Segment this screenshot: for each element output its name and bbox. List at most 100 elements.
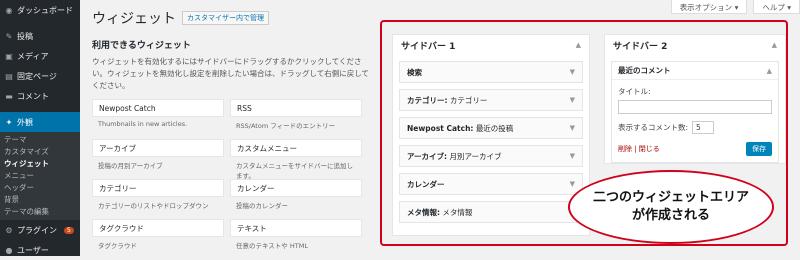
menu-label: 固定ページ	[17, 71, 57, 81]
sidebar-widget-title: カレンダー	[407, 179, 445, 189]
menu-users[interactable]: ● ユーザー	[0, 240, 80, 260]
menu-media[interactable]: ▣ メディア	[0, 46, 80, 66]
sidebar-1-header[interactable]: サイドバー 1 ▲	[393, 35, 589, 55]
menu-comments[interactable]: ▬ コメント	[0, 86, 80, 106]
menu-label: コメント	[17, 91, 49, 101]
expand-arrow-icon[interactable]: ▼	[570, 180, 575, 188]
available-widgets-heading: 利用できるウィジェット	[92, 41, 191, 51]
menu-appearance[interactable]: ✦ 外観	[0, 112, 80, 132]
sidebar-widget-title: メタ情報:	[407, 207, 440, 217]
submenu-header[interactable]: ヘッダー	[0, 182, 80, 194]
sidebar-1-area: サイドバー 1 ▲ 検索 ▼ カテゴリー: カテゴリー ▼ Newpost Catc…	[392, 34, 590, 236]
annotation-callout: 二つのウィジェットエリア が作成される	[568, 170, 774, 244]
page-header: ウィジェット カスタマイザー内で管理	[92, 8, 269, 28]
widget-item[interactable]: タグクラウド タグクラウド	[92, 219, 224, 259]
menu-dashboard[interactable]: ◉ ダッシュボード	[0, 0, 80, 20]
menu-label: ダッシュボード	[17, 5, 73, 15]
widget-item[interactable]: RSS RSS/Atom フィードのエントリー	[230, 99, 362, 139]
widget-title[interactable]: RSS	[230, 99, 362, 117]
widget-item[interactable]: カスタムメニュー カスタムメニューをサイドバーに追加します。	[230, 139, 362, 180]
sidebar-widget-title: 検索	[407, 67, 422, 77]
collapse-arrow-icon[interactable]: ▲	[576, 41, 581, 49]
widget-actions: 削除 | 閉じる 保存	[618, 142, 772, 156]
dashboard-icon: ◉	[5, 5, 13, 15]
title-input[interactable]	[618, 100, 772, 114]
available-widgets-description: ウィジェットを有効化するにはサイドバーにドラッグするかクリックしてください。ウィ…	[92, 57, 370, 90]
widget-title[interactable]: タグクラウド	[92, 219, 224, 237]
expand-arrow-icon[interactable]: ▼	[570, 96, 575, 104]
collapse-arrow-icon[interactable]: ▲	[767, 67, 772, 75]
sidebar-widget-subtitle: メタ情報	[442, 207, 473, 217]
submenu-theme-editor[interactable]: テーマの編集	[0, 206, 80, 218]
menu-label: プラグイン	[17, 225, 57, 235]
sidebar-1-title: サイドバー 1	[401, 41, 456, 52]
widget-description: Thumbnails in new articles.	[98, 120, 188, 128]
widget-title[interactable]: カスタムメニュー	[230, 139, 362, 157]
expand-arrow-icon[interactable]: ▼	[570, 124, 575, 132]
submenu-background[interactable]: 背景	[0, 194, 80, 206]
menu-posts[interactable]: ✎ 投稿	[0, 26, 80, 46]
widget-item[interactable]: アーカイブ投稿の月別アーカイブ	[92, 139, 224, 179]
page-title: ウィジェット	[92, 11, 176, 27]
collapse-arrow-icon[interactable]: ▲	[772, 41, 777, 49]
widget-description: 投稿の月別アーカイブ	[98, 162, 163, 170]
sidebar-2-area: サイドバー 2 ▲ 最近のコメント ▲ タイトル: 表示するコメント数: 5 削除 …	[604, 34, 786, 164]
callout-line-2: が作成される	[631, 208, 710, 223]
submenu-menus[interactable]: メニュー	[0, 170, 80, 182]
update-count-badge: 5	[64, 226, 74, 234]
callout-line-1: 二つのウィジェットエリア	[592, 190, 749, 205]
widget-title[interactable]: カテゴリー	[92, 179, 224, 197]
submenu-widgets[interactable]: ウィジェット	[0, 158, 80, 170]
delete-close-link[interactable]: 削除 | 閉じる	[618, 144, 660, 154]
plugin-icon: ⚙	[5, 225, 13, 235]
menu-label: 外観	[17, 117, 33, 127]
widget-item[interactable]: Newpost Catch Thumbnails in new articles.	[92, 99, 224, 139]
widget-title[interactable]: アーカイブ	[92, 139, 224, 157]
expand-arrow-icon[interactable]: ▼	[570, 152, 575, 160]
sidebar-widget[interactable]: カテゴリー: カテゴリー ▼	[399, 89, 583, 111]
sidebar-widget[interactable]: Newpost Catch: 最近の投稿 ▼	[399, 117, 583, 139]
widget-title[interactable]: カレンダー	[230, 179, 362, 197]
admin-sidebar: ◉ ダッシュボード ✎ 投稿 ▣ メディア ▤ 固定ページ ▬ コメント ✦ 外観 テーマ …	[0, 0, 80, 256]
widget-title[interactable]: Newpost Catch	[92, 99, 224, 117]
sidebar-widget[interactable]: 検索 ▼	[399, 61, 583, 83]
submenu-customize[interactable]: カスタマイズ	[0, 146, 80, 158]
widget-item[interactable]: テキスト任意のテキストや HTML	[230, 219, 362, 259]
save-button[interactable]: 保存	[746, 142, 772, 156]
recent-comments-title: 最近のコメント	[618, 66, 671, 75]
widget-item[interactable]: カレンダー投稿のカレンダー	[230, 179, 362, 219]
recent-comments-header[interactable]: 最近のコメント ▲	[612, 62, 778, 80]
comment-count-input[interactable]: 5	[692, 121, 715, 134]
widget-title[interactable]: テキスト	[230, 219, 362, 237]
widget-description: RSS/Atom フィードのエントリー	[236, 122, 336, 130]
widget-item[interactable]: カテゴリー カテゴリーのリストやドロップダウン	[92, 179, 224, 219]
menu-label: ユーザー	[17, 245, 49, 255]
sidebar-widget[interactable]: メタ情報: メタ情報▼	[399, 201, 583, 223]
menu-plugins[interactable]: ⚙ プラグイン 5	[0, 220, 80, 240]
widget-description: 投稿のカレンダー	[236, 202, 288, 210]
widget-grid: Newpost Catch Thumbnails in new articles.…	[92, 99, 372, 259]
sidebar-widget[interactable]: アーカイブ: 月別アーカイブ ▼	[399, 145, 583, 167]
help-button[interactable]: ヘルプ ▾	[753, 0, 800, 14]
widget-description: 任意のテキストや HTML	[236, 242, 308, 250]
menu-label: 投稿	[17, 31, 33, 41]
manage-in-customizer-button[interactable]: カスタマイザー内で管理	[182, 11, 269, 25]
expand-arrow-icon[interactable]: ▼	[570, 68, 575, 76]
recent-comments-widget: 最近のコメント ▲ タイトル: 表示するコメント数: 5 削除 | 閉じる 保存	[611, 61, 779, 163]
sidebar-2-title: サイドバー 2	[613, 41, 668, 52]
sidebar-widget-title: カテゴリー:	[407, 95, 448, 105]
menu-pages[interactable]: ▤ 固定ページ	[0, 66, 80, 86]
appearance-submenu: テーマ カスタマイズ ウィジェット メニュー ヘッダー 背景 テーマの編集	[0, 132, 80, 220]
sidebar-widget-subtitle: 最近の投稿	[475, 123, 514, 133]
sidebar-widget-title: アーカイブ:	[407, 151, 448, 161]
page-icon: ▤	[5, 71, 13, 81]
widget-description: タグクラウド	[98, 242, 137, 250]
submenu-themes[interactable]: テーマ	[0, 134, 80, 146]
available-widgets: 利用できるウィジェット ウィジェットを有効化するにはサイドバーにドラッグするかク…	[92, 38, 372, 259]
comment-icon: ▬	[5, 91, 13, 101]
screen-options-button[interactable]: 表示オプション ▾	[670, 0, 748, 14]
comment-count-label: 表示するコメント数:	[618, 123, 689, 132]
sidebar-widget[interactable]: カレンダー ▼	[399, 173, 583, 195]
pin-icon: ✎	[5, 31, 13, 41]
sidebar-2-header[interactable]: サイドバー 2 ▲	[605, 35, 785, 55]
